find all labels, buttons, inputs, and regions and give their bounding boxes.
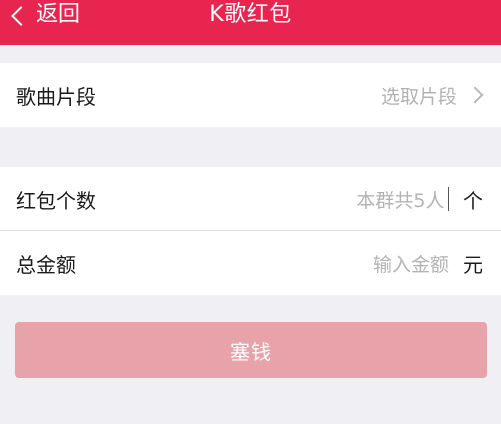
page-title: K歌红包: [209, 2, 292, 27]
song-segment-value: 选取片段: [380, 85, 457, 108]
total-amount-unit: 元: [463, 252, 483, 277]
packet-count-input[interactable]: 本群共5人: [356, 186, 449, 213]
song-section: 歌曲片段 选取片段: [0, 63, 501, 127]
packet-count-label: 红包个数: [16, 188, 96, 213]
packet-count-unit: 个: [463, 188, 483, 213]
total-amount-label: 总金额: [16, 252, 76, 277]
top-nav-bar: 返回 K歌红包: [0, 0, 501, 45]
submit-money-button[interactable]: 塞钱: [15, 322, 487, 378]
packet-count-placeholder: 本群共5人: [356, 189, 445, 212]
packet-count-row: 红包个数 本群共5人 个: [0, 167, 501, 231]
song-segment-label: 歌曲片段: [16, 84, 96, 109]
text-cursor: [447, 187, 449, 211]
song-segment-row[interactable]: 歌曲片段 选取片段: [0, 63, 501, 127]
packet-section: 红包个数 本群共5人 个 总金额 输入金额 元: [0, 167, 501, 295]
total-amount-input[interactable]: 输入金额: [373, 250, 449, 277]
total-amount-row: 总金额 输入金额 元: [0, 231, 501, 295]
chevron-right-icon: [466, 86, 484, 104]
